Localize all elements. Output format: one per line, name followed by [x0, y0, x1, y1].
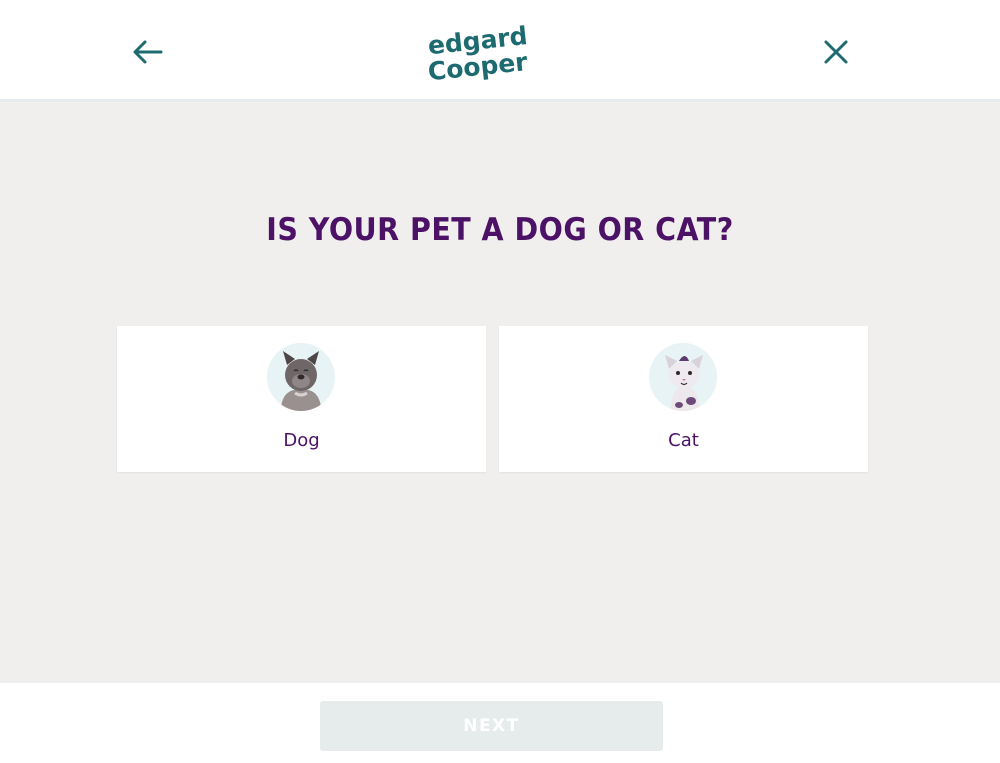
dog-icon: [281, 351, 321, 411]
back-button[interactable]: [130, 34, 166, 70]
option-label-cat: Cat: [668, 430, 699, 451]
brand-logo: edgard Cooper: [420, 20, 540, 86]
question-heading: IS YOUR PET A DOG OR CAT?: [266, 212, 734, 248]
option-dog-card[interactable]: Dog: [117, 326, 486, 472]
close-button[interactable]: [818, 34, 854, 70]
option-cat-card[interactable]: Cat: [499, 326, 868, 472]
top-bar: edgard Cooper: [0, 0, 1000, 102]
next-button[interactable]: NEXT: [320, 701, 663, 751]
option-label-dog: Dog: [283, 430, 320, 451]
cat-icon: [665, 355, 703, 411]
dog-avatar: [267, 343, 335, 411]
cat-avatar: [649, 343, 717, 411]
arrow-left-icon: [133, 40, 163, 64]
footer-bar: NEXT: [0, 683, 1000, 763]
close-icon: [824, 40, 848, 64]
